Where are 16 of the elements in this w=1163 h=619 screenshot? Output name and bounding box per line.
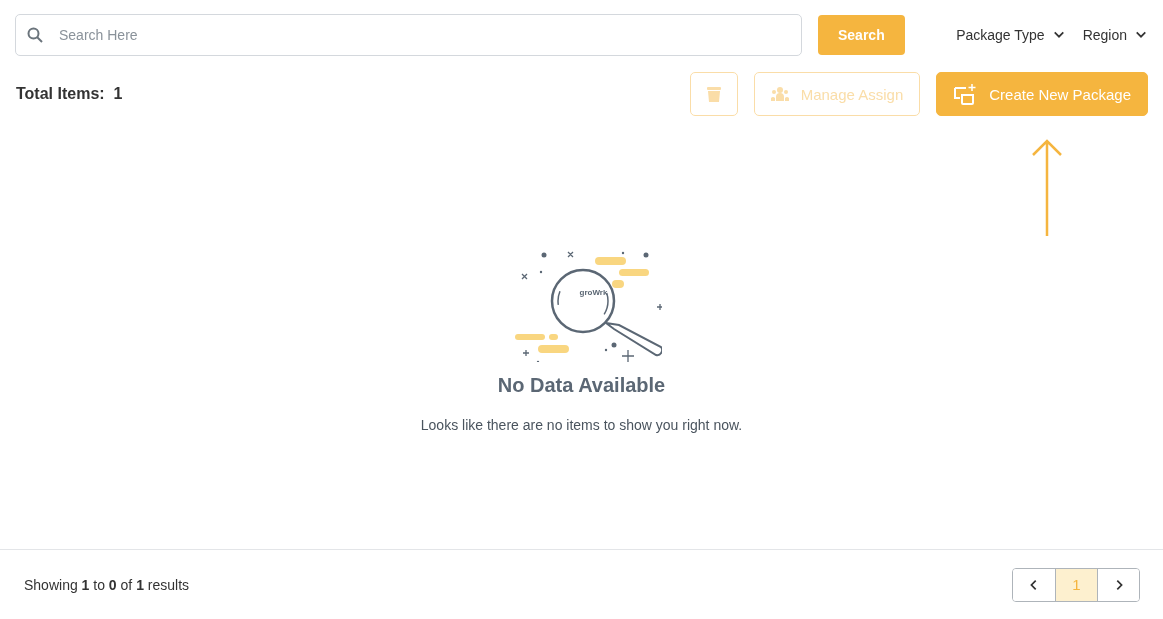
search-field[interactable]: Search Here — [15, 14, 802, 56]
search-icon — [27, 27, 43, 43]
create-package-button[interactable]: Create New Package — [936, 72, 1148, 116]
total-items-label: Total Items: 1 — [16, 85, 123, 103]
filter-dropdown[interactable]: Package Type — [956, 27, 1065, 43]
empty-state-title: No Data Available — [497, 374, 666, 397]
box-add-icon — [953, 83, 978, 105]
trash-icon — [706, 86, 721, 102]
logo-text: groWrk — [579, 288, 608, 297]
results-summary: Showing 1 to 0 of 1 results — [24, 576, 190, 593]
page-button[interactable]: 1 — [1055, 568, 1097, 601]
filter-dropdown[interactable]: Region — [1082, 27, 1147, 43]
next-page-button[interactable] — [1097, 568, 1139, 601]
empty-state-message: Looks like there are no items to show you right now. — [420, 417, 743, 433]
search-button[interactable]: Search — [818, 15, 905, 55]
people-icon — [770, 87, 789, 101]
